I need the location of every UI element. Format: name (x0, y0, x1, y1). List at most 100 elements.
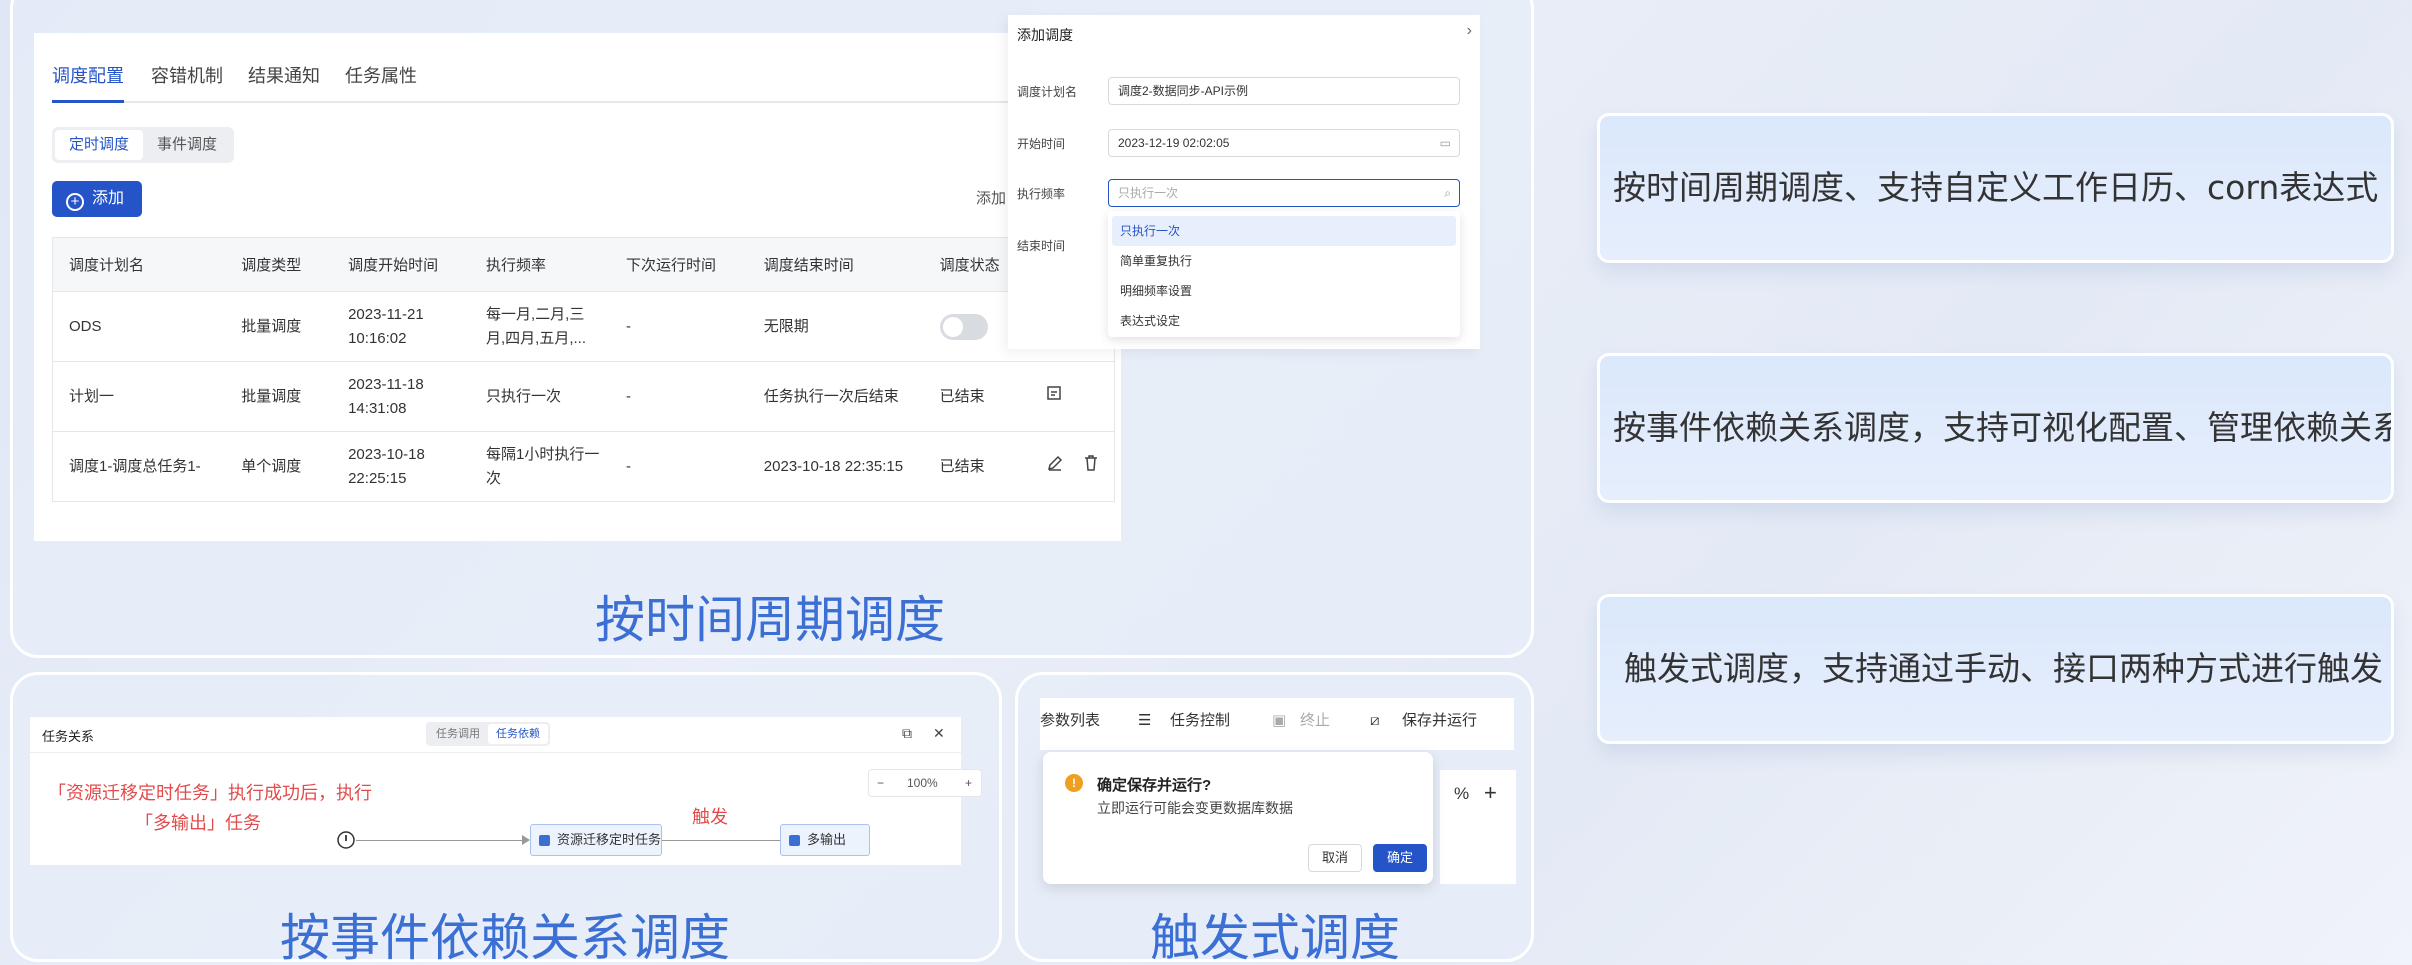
node-label: 资源迁移定时任务 (557, 832, 662, 847)
cell-end: 任务执行一次后结束 (747, 361, 924, 432)
node-resource-migration[interactable]: 资源迁移定时任务 (530, 824, 662, 856)
tab-schedule-config[interactable]: 调度配置 (52, 61, 124, 103)
add-schedule-dialog: 添加调度 › 调度计划名 调度2-数据同步-API示例 开始时间 2023-12… (1008, 15, 1480, 349)
mode-event[interactable]: 事件调度 (143, 130, 231, 160)
cell-type: 批量调度 (225, 361, 333, 432)
cell-start: 2023-10-18 22:25:15 (332, 431, 471, 502)
node-multi-output[interactable]: 多输出 (780, 824, 870, 856)
zoom-in-icon[interactable]: + (965, 770, 972, 796)
cell-name: ODS (52, 291, 226, 362)
zoom-out-icon[interactable]: − (877, 770, 884, 796)
col-type: 调度类型 (225, 237, 333, 292)
col-start-time: 调度开始时间 (332, 237, 471, 292)
cell-start: 2023-11-21 10:16:02 (332, 291, 471, 362)
plus-circle-icon: + (66, 193, 84, 211)
trigger-toolbar: 参数列表 ☰ 任务控制 ▣ 终止 ⧄ 保存并运行 (1040, 698, 1514, 750)
table-row: 调度1-调度总任务1- 单个调度 2023-10-18 22:25:15 每隔1… (52, 431, 1115, 502)
cell-actions (1029, 431, 1115, 502)
task-node-icon (539, 835, 550, 846)
cell-end: 2023-10-18 22:35:15 (747, 431, 924, 502)
option-simple-repeat[interactable]: 简单重复执行 (1112, 246, 1456, 276)
option-detail-frequency[interactable]: 明细频率设置 (1112, 276, 1456, 306)
start-time-value: 2023-12-19 02:02:05 (1118, 136, 1230, 150)
tb-save-run[interactable]: 保存并运行 (1402, 698, 1477, 744)
copy-icon[interactable] (1046, 384, 1064, 402)
cell-status: 已结束 (923, 431, 1030, 502)
trigger-app: 参数列表 ☰ 任务控制 ▣ 终止 ⧄ 保存并运行 % + ! 确定保存并运行? … (1040, 698, 1516, 886)
tb-stop[interactable]: 终止 (1300, 698, 1330, 744)
schedule-table: 调度计划名 调度类型 调度开始时间 执行频率 下次运行时间 调度结束时间 调度状… (52, 237, 1115, 502)
dependency-note-line2: 「多输出」任务 (135, 813, 261, 834)
sliders-icon: ☰ (1138, 712, 1152, 729)
zoom-fragment: % (1454, 784, 1470, 803)
relation-mode-switch: 任务调用 任务依赖 (426, 722, 550, 746)
option-expression[interactable]: 表达式设定 (1112, 306, 1456, 336)
start-node-icon (337, 831, 355, 849)
dependency-panel-title: 按事件依赖关系调度 (280, 909, 730, 965)
start-time-input[interactable]: 2023-12-19 02:02:05 ▭ (1108, 129, 1460, 157)
expand-icon[interactable]: ⧉ (902, 725, 912, 742)
cell-name: 计划一 (52, 361, 226, 432)
cancel-button[interactable]: 取消 (1308, 844, 1362, 872)
chevron-right-icon[interactable]: › (1467, 22, 1472, 40)
cell-start: 2023-11-18 14:31:08 (332, 361, 471, 432)
table-row: ODS 批量调度 2023-11-21 10:16:02 每一月,二月,三月,四… (52, 291, 1115, 362)
tab-task-call[interactable]: 任务调用 (428, 724, 488, 744)
tab-task-properties[interactable]: 任务属性 (345, 61, 417, 103)
ok-button[interactable]: 确定 (1373, 844, 1427, 872)
tb-param-list[interactable]: 参数列表 (1040, 698, 1100, 744)
confirm-popover: ! 确定保存并运行? 立即运行可能会变更数据库数据 取消 确定 (1043, 752, 1433, 884)
save-run-icon: ⧄ (1370, 712, 1380, 729)
label-end-time: 结束时间 (1017, 239, 1066, 253)
add-link[interactable]: 添加 (976, 187, 1006, 208)
trash-icon[interactable] (1082, 454, 1100, 472)
table-row: 计划一 批量调度 2023-11-18 14:31:08 只执行一次 - 任务执… (52, 361, 1115, 432)
feature-card-event: 按事件依赖关系调度，支持可视化配置、管理依赖关系 (1597, 353, 2394, 503)
cell-frequency: 每隔1小时执行一次 (470, 431, 610, 502)
cell-frequency: 每一月,二月,三月,四月,五月,... (470, 291, 610, 362)
mode-timed[interactable]: 定时调度 (55, 130, 144, 160)
cell-name: 调度1-调度总任务1- (52, 431, 226, 502)
cell-type: 批量调度 (225, 291, 333, 362)
dependency-note-line1: 「资源迁移定时任务」执行成功后，执行 (48, 783, 372, 804)
confirm-desc: 立即运行可能会变更数据库数据 (1097, 800, 1293, 816)
label-frequency: 执行频率 (1017, 187, 1066, 201)
frequency-dropdown: 只执行一次 简单重复执行 明细频率设置 表达式设定 (1108, 211, 1460, 337)
table-header-row: 调度计划名 调度类型 调度开始时间 执行频率 下次运行时间 调度结束时间 调度状… (52, 237, 1115, 292)
tb-task-control[interactable]: 任务控制 (1170, 698, 1230, 744)
plan-name-input[interactable]: 调度2-数据同步-API示例 (1108, 77, 1460, 105)
node-label: 多输出 (807, 832, 847, 847)
frequency-select[interactable]: 只执行一次 ⌕ (1108, 179, 1460, 207)
task-node-icon (789, 835, 800, 846)
feature-card-trigger: 触发式调度，支持通过手动、接口两种方式进行触发 (1597, 594, 2394, 744)
cell-next: - (610, 291, 748, 362)
zoom-in-icon[interactable]: + (1484, 780, 1497, 806)
col-plan-name: 调度计划名 (52, 237, 226, 292)
arrow-icon (522, 835, 530, 845)
cell-next: - (610, 361, 748, 432)
add-schedule-button[interactable]: + 添加 (52, 181, 142, 217)
cell-actions (1029, 361, 1115, 432)
option-once[interactable]: 只执行一次 (1112, 216, 1456, 246)
status-toggle[interactable] (939, 313, 988, 340)
stop-icon: ▣ (1272, 712, 1287, 729)
feature-card-time: 按时间周期调度、支持自定义工作日历、corn表达式 (1597, 113, 2394, 263)
add-button-label: 添加 (92, 190, 125, 207)
config-tabs: 调度配置 容错机制 结果通知 任务属性 (52, 61, 1121, 103)
tab-task-dependency[interactable]: 任务依赖 (488, 724, 548, 744)
label-start-time: 开始时间 (1017, 137, 1066, 151)
schedule-config-app: 调度配置 容错机制 结果通知 任务属性 定时调度 事件调度 + 添加 添加 调度计… (34, 33, 1121, 541)
task-relation-header: 任务关系 任务调用 任务依赖 ⧉ ✕ (30, 717, 961, 753)
task-relation-app: 任务关系 任务调用 任务依赖 ⧉ ✕ 「资源迁移定时任务」执行成功后，执行 「多… (30, 717, 982, 865)
confirm-title: 确定保存并运行? (1097, 777, 1212, 794)
zoom-control: − 100% + (868, 769, 982, 797)
edit-icon[interactable] (1046, 454, 1064, 472)
trigger-panel-title: 触发式调度 (1150, 909, 1400, 965)
tab-fault-tolerance[interactable]: 容错机制 (151, 61, 223, 103)
tab-result-notify[interactable]: 结果通知 (248, 61, 320, 103)
task-relation-title: 任务关系 (42, 729, 95, 744)
search-icon: ⌕ (1444, 186, 1451, 200)
close-icon[interactable]: ✕ (933, 725, 945, 742)
col-next-run: 下次运行时间 (610, 237, 748, 292)
col-frequency: 执行频率 (470, 237, 610, 292)
